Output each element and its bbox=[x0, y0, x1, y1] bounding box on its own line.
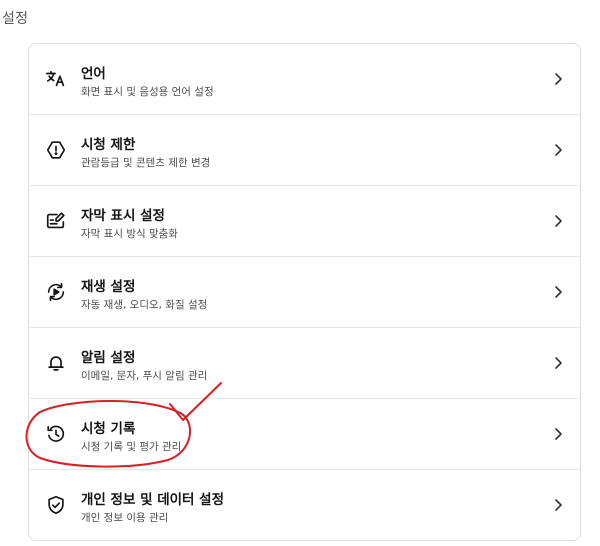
history-clock-icon bbox=[43, 421, 69, 447]
settings-item-viewing-restrictions[interactable]: 시청 제한 관람등급 및 콘텐츠 제한 변경 bbox=[29, 115, 580, 186]
settings-item-subtitles[interactable]: 자막 표시 설정 자막 표시 방식 맞춤화 bbox=[29, 186, 580, 257]
shield-check-icon bbox=[43, 492, 69, 518]
translate-icon bbox=[43, 66, 69, 92]
settings-item-title: 시청 기록 bbox=[81, 421, 136, 437]
settings-item-viewing-history[interactable]: 시청 기록 시청 기록 및 평가 관리 bbox=[29, 399, 580, 470]
settings-item-description: 자동 재생, 오디오, 화질 설정 bbox=[81, 299, 208, 311]
settings-item-title: 알림 설정 bbox=[81, 350, 136, 366]
chevron-right-icon bbox=[555, 144, 562, 156]
settings-item-description: 자막 표시 방식 맞춤화 bbox=[81, 228, 178, 240]
settings-item-title: 재생 설정 bbox=[81, 279, 136, 295]
settings-item-description: 개인 정보 이용 관리 bbox=[81, 512, 169, 524]
page-title: 설정 bbox=[2, 11, 29, 27]
settings-item-description: 이메일, 문자, 푸시 알림 관리 bbox=[81, 370, 208, 382]
chevron-right-icon bbox=[555, 428, 562, 440]
settings-item-title: 개인 정보 및 데이터 설정 bbox=[81, 492, 224, 508]
chevron-right-icon bbox=[555, 499, 562, 511]
settings-item-description: 관람등급 및 콘텐츠 제한 변경 bbox=[81, 157, 211, 169]
settings-item-description: 시청 기록 및 평가 관리 bbox=[81, 441, 182, 453]
playback-cycle-icon bbox=[43, 279, 69, 305]
subtitles-edit-icon bbox=[43, 208, 69, 234]
chevron-right-icon bbox=[555, 286, 562, 298]
restriction-icon bbox=[43, 137, 69, 163]
settings-item-notifications[interactable]: 알림 설정 이메일, 문자, 푸시 알림 관리 bbox=[29, 328, 580, 399]
settings-item-privacy-data[interactable]: 개인 정보 및 데이터 설정 개인 정보 이용 관리 bbox=[29, 470, 580, 540]
settings-item-language[interactable]: 언어 화면 표시 및 음성용 언어 설정 bbox=[29, 44, 580, 115]
chevron-right-icon bbox=[555, 357, 562, 369]
bell-icon bbox=[43, 350, 69, 376]
settings-item-description: 화면 표시 및 음성용 언어 설정 bbox=[81, 86, 214, 98]
settings-item-title: 언어 bbox=[81, 66, 106, 82]
settings-item-title: 시청 제한 bbox=[81, 137, 136, 153]
settings-item-playback[interactable]: 재생 설정 자동 재생, 오디오, 화질 설정 bbox=[29, 257, 580, 328]
settings-item-title: 자막 표시 설정 bbox=[81, 208, 165, 224]
chevron-right-icon bbox=[555, 73, 562, 85]
chevron-right-icon bbox=[555, 215, 562, 227]
settings-list: 언어 화면 표시 및 음성용 언어 설정 시청 제한 관람등급 및 콘텐츠 제한… bbox=[28, 43, 581, 541]
